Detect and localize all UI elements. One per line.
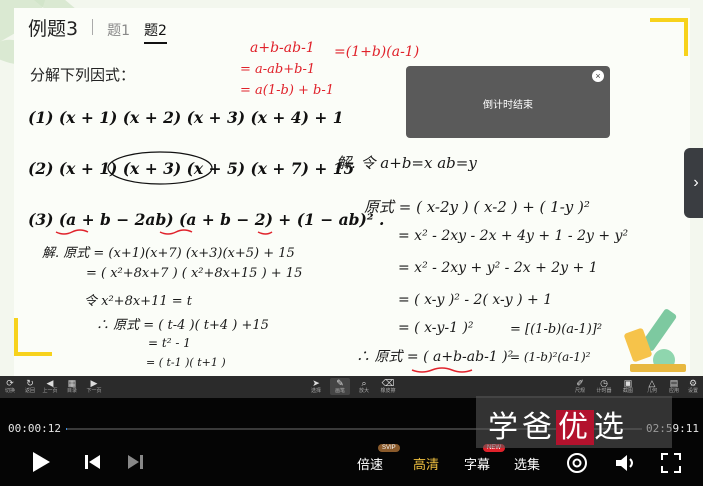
toolbar-button-select[interactable]: ➤ 选择 xyxy=(306,378,326,395)
close-icon[interactable]: × xyxy=(592,70,604,82)
chevron-right-icon[interactable]: › xyxy=(684,148,703,218)
toolbar-button-prev[interactable]: ◀ 上一页 xyxy=(40,378,60,395)
eraser-icon: ⌫ xyxy=(381,378,395,388)
toolbar-label: 返回 xyxy=(24,388,35,394)
watermark-part: 优 xyxy=(556,410,594,445)
toolbar-label: 选择 xyxy=(310,388,321,394)
next-icon: ▶ xyxy=(90,378,98,388)
volume-icon[interactable] xyxy=(614,452,638,474)
video-frame: 例题3 题1 题2 分解下列因式： (1) (x + 1) (x + 2) (x… xyxy=(0,0,703,376)
toolbar-label: 几何 xyxy=(646,388,657,394)
annotation-marks xyxy=(55,151,473,373)
settings-icon: ⚙ xyxy=(688,378,698,388)
skip-back-icon[interactable] xyxy=(84,454,102,470)
toolbar-button-reset[interactable]: ↻ 返回 xyxy=(20,378,40,395)
toolbar-button-ruler[interactable]: ✐ 尺规 xyxy=(570,378,590,395)
toolbar-label: 目录 xyxy=(66,388,77,394)
whiteboard-toolbar: ⟳ 切换 ↻ 返回 ◀ 上一页 ▦ 目录 ▶ 下一页 ➤ 选择 ✎ 画笔 ⌕ 放… xyxy=(0,376,703,398)
toolbar-button-settings[interactable]: ⚙ 设置 xyxy=(683,378,703,395)
toolbar-label: 下一页 xyxy=(86,388,102,394)
toolbar-label: 计时器 xyxy=(596,388,612,394)
subtitle-button[interactable]: 字幕 xyxy=(464,454,490,473)
toolbar-label: 截图 xyxy=(622,388,633,394)
toolbar-button-geometry[interactable]: △ 几何 xyxy=(642,378,662,395)
skip-forward-icon[interactable] xyxy=(126,454,144,470)
toolbar-button-catalog[interactable]: ▦ 目录 xyxy=(62,378,82,395)
select-icon: ➤ xyxy=(312,378,320,388)
geometry-icon: △ xyxy=(648,378,656,388)
timer-icon: ◷ xyxy=(600,378,608,388)
zoom-icon: ⌕ xyxy=(361,378,367,388)
toolbar-button-timer[interactable]: ◷ 计时器 xyxy=(594,378,614,395)
episodes-button[interactable]: 选集 xyxy=(514,454,540,473)
seek-bar-progress xyxy=(66,428,67,430)
reset-icon: ↻ xyxy=(26,378,34,388)
toolbar-label: 放大 xyxy=(358,388,369,394)
toolbar-button-eraser[interactable]: ⌫ 橡皮擦 xyxy=(378,378,398,395)
toolbar-label: 尺规 xyxy=(574,388,585,394)
fullscreen-icon[interactable] xyxy=(660,452,682,474)
toolbar-button-refresh[interactable]: ⟳ 切换 xyxy=(0,378,20,395)
play-icon[interactable] xyxy=(30,450,52,474)
pen-icon: ✎ xyxy=(336,378,344,388)
watermark-text: 学爸优选 xyxy=(488,402,628,446)
app-icon: ▤ xyxy=(669,378,679,388)
toolbar-label: 橡皮擦 xyxy=(380,388,396,394)
popup-message: 倒计时结束 xyxy=(483,100,533,111)
countdown-popup: × 倒计时结束 xyxy=(406,66,610,138)
toolbar-button-app[interactable]: ▤ 应用 xyxy=(664,378,684,395)
toolbar-button-next[interactable]: ▶ 下一页 xyxy=(84,378,104,395)
quality-button[interactable]: 高清 xyxy=(413,454,439,473)
watermark: 学爸优选 xyxy=(476,396,672,448)
catalog-icon: ▦ xyxy=(67,378,77,388)
current-time: 00:00:12 xyxy=(8,422,61,435)
ruler-icon: ✐ xyxy=(576,378,584,388)
toolbar-button-pen[interactable]: ✎ 画笔 xyxy=(330,378,350,395)
toolbar-button-screenshot[interactable]: ▣ 截图 xyxy=(618,378,638,395)
speed-button[interactable]: 倍速 xyxy=(357,454,383,473)
screenshot-icon: ▣ xyxy=(623,378,633,388)
toolbar-label: 应用 xyxy=(668,388,679,394)
watermark-part: 选 xyxy=(594,410,628,445)
toolbar-button-zoom[interactable]: ⌕ 放大 xyxy=(354,378,374,395)
toolbar-label: 设置 xyxy=(687,388,698,394)
svip-badge: SVIP xyxy=(378,444,400,452)
toolbar-label: 切换 xyxy=(4,388,15,394)
cast-icon[interactable] xyxy=(566,452,588,474)
refresh-icon: ⟳ xyxy=(6,378,14,388)
toolbar-label: 画笔 xyxy=(334,388,345,394)
prev-icon: ◀ xyxy=(46,378,54,388)
watermark-part: 学爸 xyxy=(488,410,556,445)
toolbar-label: 上一页 xyxy=(42,388,58,394)
